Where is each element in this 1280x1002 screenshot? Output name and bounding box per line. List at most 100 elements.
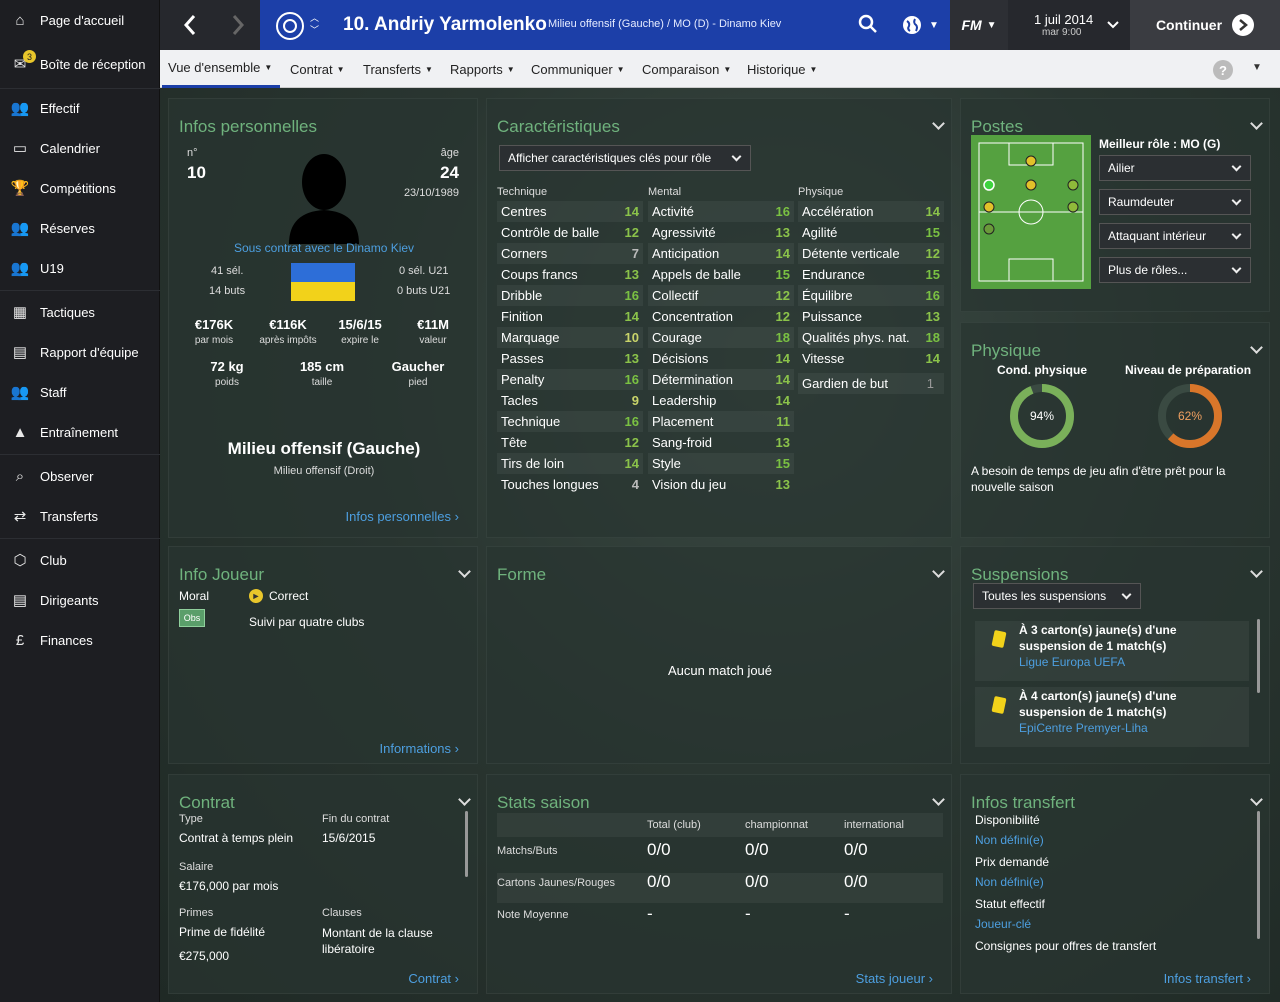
panel-chevron-icon[interactable] (1250, 565, 1263, 578)
attribute-value: 4 (631, 477, 639, 492)
transfer-info-value[interactable]: Non défini(e) (975, 833, 1044, 847)
attribute-name: Endurance (802, 267, 865, 282)
attribute-name: Dribble (501, 288, 543, 303)
panel-chevron-icon[interactable] (1250, 341, 1263, 354)
transfer-info-link[interactable]: Infos transfert › (1164, 971, 1251, 986)
panel-chevron-icon[interactable] (458, 793, 471, 806)
tab-overview[interactable]: Vue d'ensemble ▼ (162, 50, 280, 88)
chevron-down-icon: ▼ (986, 19, 997, 31)
sidebar-item-home[interactable]: ⌂ Page d'accueil (0, 3, 160, 37)
panel-positions: Postes Meilleur rôle : MO (G) Ailier Raum… (960, 98, 1270, 312)
suspension-line2: suspension de 1 match(s) (1019, 639, 1167, 653)
player-switch-arrows-icon[interactable]: ︿ ﹀ (310, 12, 319, 36)
sidebar-item-u19[interactable]: 👥 U19 (0, 251, 160, 285)
attribute-name: Activité (652, 204, 694, 219)
panel-suspensions: Suspensions Toutes les suspensions À 3 c… (960, 546, 1270, 764)
sidebar-item-club[interactable]: ⬡ Club (0, 543, 160, 577)
panel-chevron-icon[interactable] (932, 117, 945, 130)
personal-info-link[interactable]: Infos personnelles › (346, 509, 459, 524)
search-icon[interactable] (858, 14, 878, 37)
globe-icon (903, 16, 922, 34)
attribute-name: Finition (501, 309, 543, 324)
role-attributes-dropdown[interactable]: Afficher caractéristiques clés pour rôle (499, 145, 751, 171)
sidebar-item-trophy[interactable]: 🏆 Compétitions (0, 171, 160, 205)
information-link[interactable]: Informations › (380, 741, 460, 756)
attribute-value: 18 (775, 330, 790, 345)
season-stat-value: 0/0 (745, 840, 769, 859)
attribute-name: Collectif (652, 288, 699, 303)
panel-chevron-icon[interactable] (1250, 117, 1263, 130)
attribute-name: Tacles (501, 393, 538, 408)
date-of-birth: 23/10/1989 (403, 187, 459, 199)
role-dropdown[interactable]: Plus de rôles... (1099, 257, 1251, 283)
suspension-line1: À 3 carton(s) jaune(s) d'une (1019, 623, 1177, 637)
sidebar-item-inbox[interactable]: ✉ 3 Boîte de réception (0, 47, 160, 81)
tab-history[interactable]: Historique ▼ (747, 50, 817, 88)
tab-comparison[interactable]: Comparaison ▼ (642, 50, 731, 88)
sidebar-item-finances[interactable]: £ Finances (0, 623, 160, 657)
continue-button[interactable]: Continuer (1130, 0, 1280, 50)
technique-header: Technique (497, 186, 548, 198)
attribute-value: 10 (624, 330, 639, 345)
panel-chevron-icon[interactable] (1250, 793, 1263, 806)
sidebar-item-reserves[interactable]: 👥 Réserves (0, 211, 160, 245)
home-icon: ⌂ (15, 11, 25, 29)
panel-chevron-icon[interactable] (458, 565, 471, 578)
attribute-name: Placement (652, 414, 714, 429)
arrow-right-icon (1232, 14, 1255, 36)
sidebar-item-transfers[interactable]: ⇄ Transferts (0, 499, 160, 533)
finance-value: 15/6/15 (338, 317, 382, 332)
contract-link[interactable]: Contrat › (408, 971, 459, 986)
transfer-info-value[interactable]: Non défini(e) (975, 875, 1044, 889)
sidebar-item-staff[interactable]: 👥 Staff (0, 375, 160, 409)
sidebar-item-training[interactable]: ▲ Entraînement (0, 415, 160, 449)
attribute-value: 14 (624, 456, 639, 471)
player-subtitle: Milieu offensif (Gauche) / MO (D) - Dina… (548, 18, 782, 30)
role-dropdown[interactable]: Raumdeuter (1099, 189, 1251, 215)
scouted-badge: Obs (179, 609, 205, 627)
player-stats-link[interactable]: Stats joueur › (856, 971, 933, 986)
date-chevron-icon[interactable] (1098, 0, 1128, 50)
sidebar-item-calendar[interactable]: ▭ Calendrier (0, 131, 160, 165)
finance-label: expire le (341, 335, 379, 346)
role-dropdown[interactable]: Ailier (1099, 155, 1251, 181)
sidebar-item-scout[interactable]: ⌕ Observer (0, 459, 160, 493)
tab-communicate[interactable]: Communiquer ▼ (531, 50, 625, 88)
attribute-row: Passes 13 (497, 348, 643, 369)
globe-menu-button[interactable]: ▼ (890, 0, 950, 50)
tab-transfers[interactable]: Transferts ▼ (363, 50, 433, 88)
attribute-row: Qualités phys. nat. 18 (798, 327, 944, 348)
attribute-value: 16 (775, 204, 790, 219)
fm-menu-button[interactable]: FM ▼ (950, 0, 1008, 50)
sidebar-item-label: Club (40, 552, 67, 568)
role-label: Ailier (1108, 161, 1135, 175)
season-column-header: international (844, 819, 904, 831)
attribute-row: Détente verticale 12 (798, 243, 944, 264)
sidebar-item-tactics[interactable]: ▦ Tactiques (0, 295, 160, 329)
sidebar-item-squad[interactable]: 👥 Effectif (0, 91, 160, 125)
role-dropdown[interactable]: Attaquant intérieur (1099, 223, 1251, 249)
help-icon[interactable]: ? (1213, 60, 1233, 80)
back-button[interactable] (170, 0, 210, 50)
attribute-value: 16 (624, 288, 639, 303)
no-matches-message: Aucun match joué (667, 663, 773, 678)
scout-icon: ⌕ (15, 467, 25, 485)
forward-button[interactable] (218, 0, 258, 50)
suspensions-scrollbar[interactable] (1257, 619, 1260, 693)
sidebar-item-report[interactable]: ▤ Rapport d'équipe (0, 335, 160, 369)
tab-contract[interactable]: Contrat ▼ (290, 50, 345, 88)
attribute-name: Équilibre (802, 288, 853, 303)
tabbar-chevron-icon[interactable]: ▼ (1252, 62, 1262, 73)
suspensions-filter-dropdown[interactable]: Toutes les suspensions (973, 583, 1141, 609)
transfer-scrollbar[interactable] (1257, 811, 1260, 939)
tab-reports[interactable]: Rapports ▼ (450, 50, 515, 88)
sidebar-item-label: Finances (40, 632, 93, 648)
panel-chevron-icon[interactable] (932, 565, 945, 578)
club-crest-icon[interactable] (276, 12, 304, 40)
transfer-info-value[interactable]: Joueur-clé (975, 917, 1031, 931)
sidebar-item-board[interactable]: ▤ Dirigeants (0, 583, 160, 617)
attribute-value: 14 (775, 393, 790, 408)
sidebar-divider (0, 88, 160, 89)
contract-scrollbar[interactable] (465, 811, 468, 877)
panel-chevron-icon[interactable] (932, 793, 945, 806)
